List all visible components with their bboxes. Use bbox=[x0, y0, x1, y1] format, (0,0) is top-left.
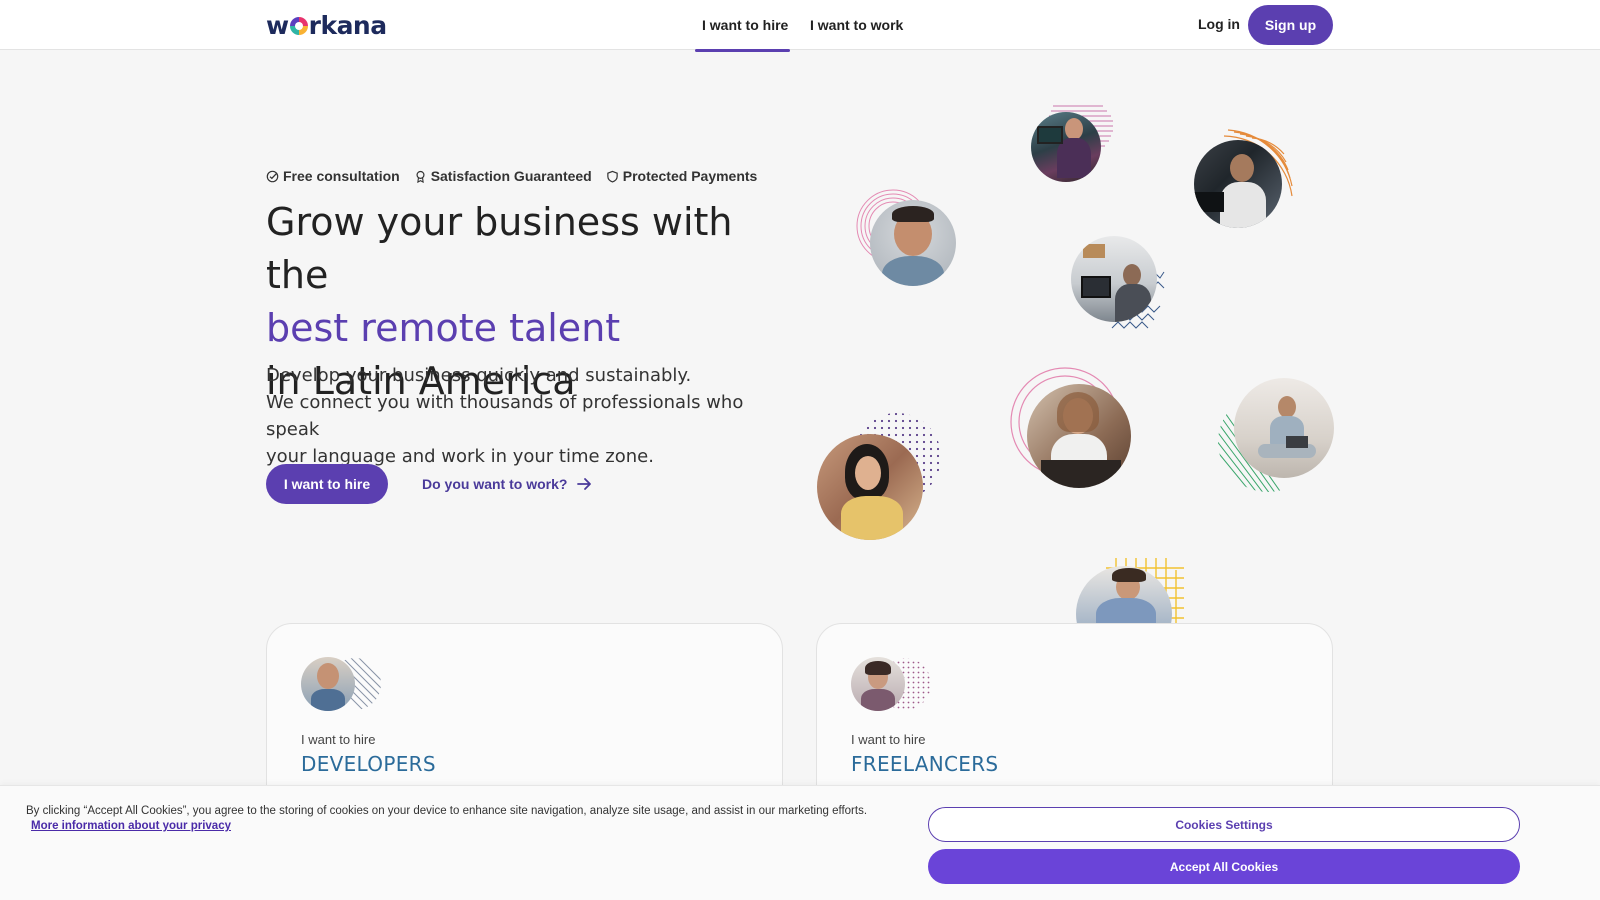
card-kicker: I want to hire bbox=[851, 732, 926, 747]
photo-woman-partial bbox=[1076, 566, 1172, 623]
photo-woman-with-microphone bbox=[1027, 384, 1131, 488]
want-to-work-link[interactable]: Do you want to work? bbox=[422, 476, 592, 492]
badge-free-consultation: Free consultation bbox=[266, 168, 400, 184]
signup-button[interactable]: Sign up bbox=[1248, 5, 1333, 45]
badge-label: Free consultation bbox=[283, 168, 400, 184]
award-icon bbox=[416, 170, 425, 183]
photo-woman-with-laptop bbox=[1234, 378, 1334, 478]
active-tab-indicator bbox=[695, 49, 790, 52]
avatar-freelancer bbox=[851, 657, 905, 711]
check-circle-icon bbox=[266, 170, 279, 182]
description-line-2: We connect you with thousands of profess… bbox=[266, 392, 744, 440]
privacy-info-link[interactable]: More information about your privacy bbox=[31, 820, 231, 832]
badge-satisfaction-guaranteed: Satisfaction Guaranteed bbox=[414, 168, 592, 184]
hero-description: Develop your business quickly and sustai… bbox=[266, 362, 786, 470]
avatar-developer bbox=[301, 657, 355, 711]
logo-text-start: w bbox=[266, 10, 289, 40]
want-to-work-label: Do you want to work? bbox=[422, 476, 568, 492]
login-link[interactable]: Log in bbox=[1198, 16, 1240, 32]
card-kicker: I want to hire bbox=[301, 732, 376, 747]
top-navigation-bar: w rkana I want to hire I want to work Log… bbox=[0, 0, 1600, 52]
photo-woman-partial-wrapper bbox=[1076, 566, 1172, 623]
cookies-settings-button[interactable]: Cookies Settings bbox=[928, 807, 1520, 842]
photo-woman-at-computer bbox=[1031, 112, 1101, 182]
badge-protected-payments: Protected Payments bbox=[606, 168, 758, 184]
workana-logo[interactable]: w rkana bbox=[266, 10, 387, 40]
arrow-right-icon bbox=[577, 478, 592, 490]
description-line-1: Develop your business quickly and sustai… bbox=[266, 365, 692, 386]
cookie-consent-banner: By clicking “Accept All Cookies”, you ag… bbox=[0, 785, 1600, 900]
photo-woman-in-yellow bbox=[817, 434, 923, 540]
headline-accent: best remote talent bbox=[266, 306, 621, 350]
badge-label: Protected Payments bbox=[622, 168, 758, 184]
badge-label: Satisfaction Guaranteed bbox=[430, 168, 592, 184]
card-title: DEVELOPERS bbox=[301, 752, 436, 776]
accept-all-cookies-button[interactable]: Accept All Cookies bbox=[928, 849, 1520, 884]
cookie-consent-text: By clicking “Accept All Cookies”, you ag… bbox=[26, 805, 868, 817]
hire-cta-button[interactable]: I want to hire bbox=[266, 464, 388, 504]
photo-smiling-man bbox=[870, 200, 956, 286]
trust-badges: Free consultation Satisfaction Guarantee… bbox=[266, 168, 757, 184]
headline-line-1: Grow your business with the bbox=[266, 200, 733, 297]
tab-i-want-to-work[interactable]: I want to work bbox=[810, 17, 903, 33]
card-title: FREELANCERS bbox=[851, 752, 999, 776]
photo-man-at-desk bbox=[1071, 236, 1157, 322]
shield-icon bbox=[606, 170, 618, 183]
photo-man-with-glasses bbox=[1194, 140, 1282, 228]
logo-text-end: rkana bbox=[308, 10, 388, 40]
logo-o-mark bbox=[289, 17, 308, 35]
tab-i-want-to-hire[interactable]: I want to hire bbox=[702, 17, 788, 33]
